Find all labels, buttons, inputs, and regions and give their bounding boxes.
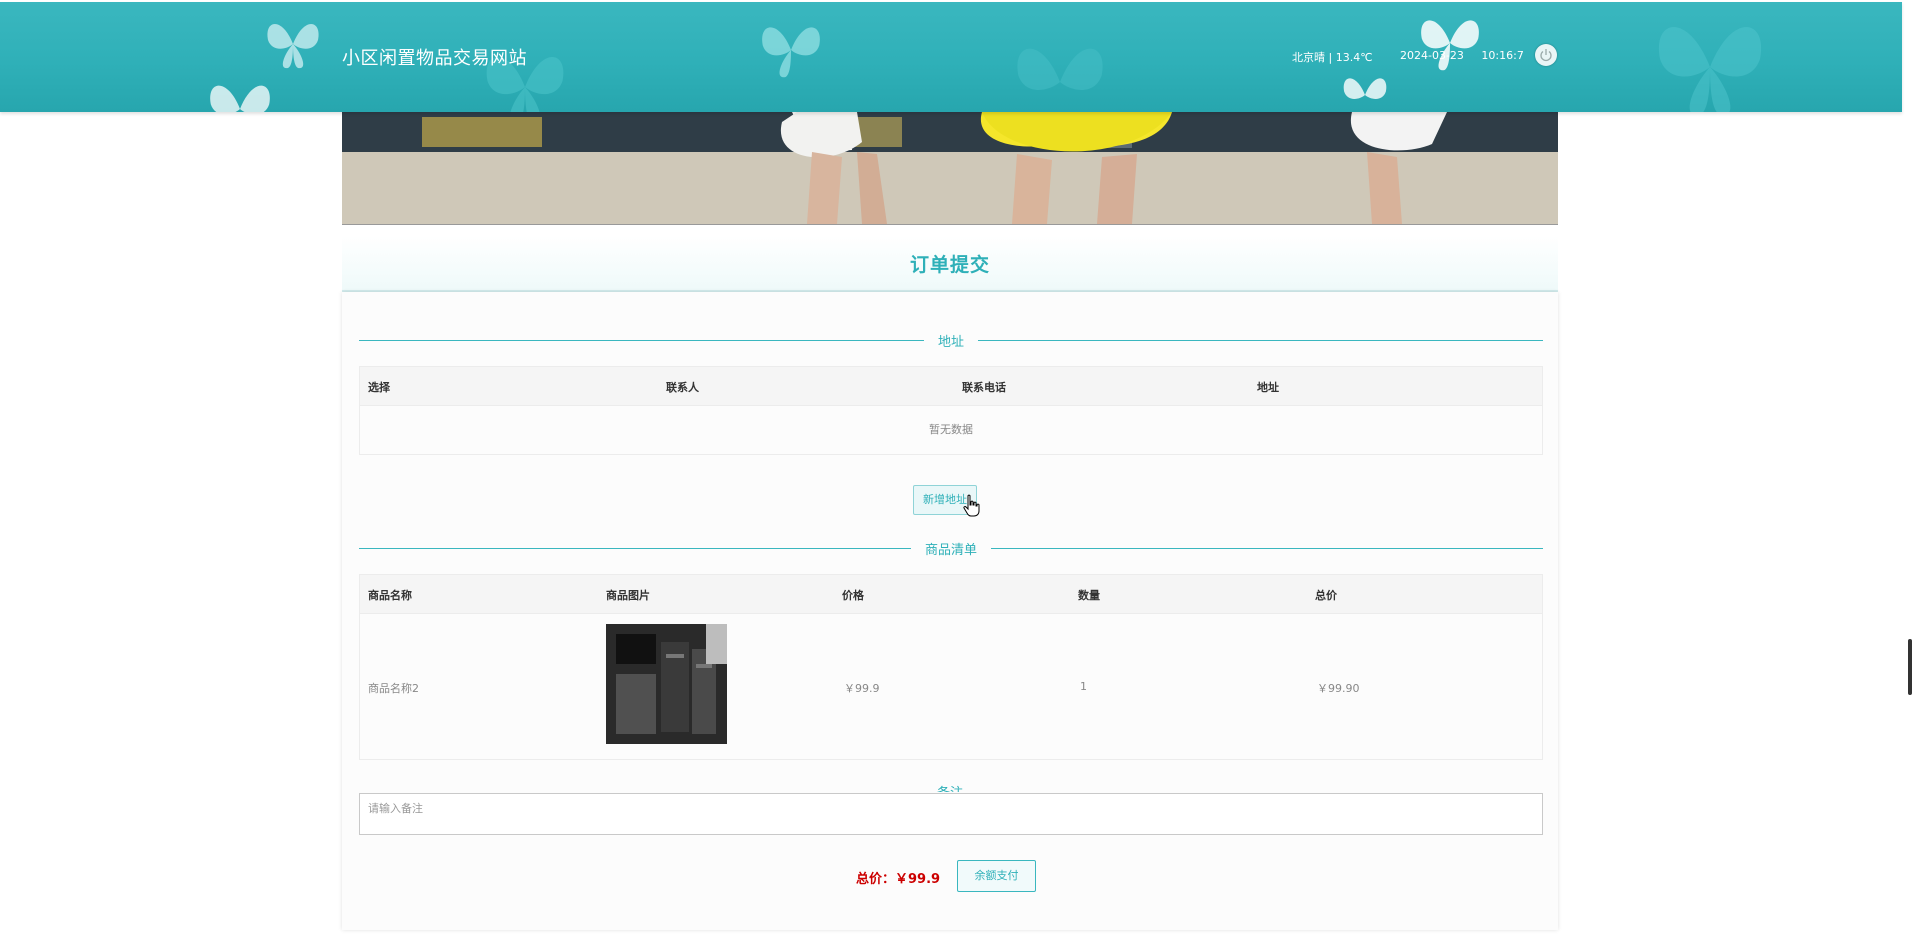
table-row: 商品名称2 ￥99.9 1 ￥99.90 xyxy=(360,614,1542,759)
remark-section-label: 备注 xyxy=(342,782,1558,792)
goods-section-label: 商品清单 xyxy=(910,539,992,558)
goods-table-header: 商品名称 商品图片 价格 数量 总价 xyxy=(360,575,1542,614)
goods-divider: 商品清单 xyxy=(359,539,1543,558)
order-card: 地址 选择 联系人 联系电话 地址 暂无数据 新增地址 商品清单 商品名称 商品… xyxy=(342,292,1558,930)
column-header: 价格 xyxy=(842,589,864,602)
product-name: 商品名称2 xyxy=(368,682,419,695)
address-table-header: 选择 联系人 联系电话 地址 xyxy=(360,367,1542,406)
column-header: 地址 xyxy=(1257,381,1279,394)
column-header: 商品图片 xyxy=(606,589,650,602)
butterfly-decoration xyxy=(762,27,820,78)
column-header: 联系人 xyxy=(666,381,699,394)
address-table: 选择 联系人 联系电话 地址 暂无数据 xyxy=(359,366,1543,455)
product-image xyxy=(606,624,727,744)
column-header: 数量 xyxy=(1078,589,1100,602)
total-price: 总价：￥99.9 xyxy=(856,872,941,887)
power-icon[interactable] xyxy=(1535,44,1557,66)
butterfly-decoration xyxy=(1421,20,1479,71)
empty-state-text: 暂无数据 xyxy=(929,423,973,436)
address-section-label: 地址 xyxy=(923,331,979,350)
butterfly-decoration xyxy=(1658,27,1762,112)
datetime-text: 2024-03-23 10:16:7 xyxy=(1400,49,1524,62)
hand-cursor-icon xyxy=(963,494,980,517)
banner-image xyxy=(342,112,1558,225)
top-header: 小区闲置物品交易网站 北京晴 | 13.4℃ 2024-03-23 10:16:… xyxy=(0,2,1902,112)
column-header: 联系电话 xyxy=(962,381,1006,394)
remark-input[interactable] xyxy=(359,793,1543,835)
column-header: 选择 xyxy=(368,381,390,394)
butterfly-decoration xyxy=(210,85,270,112)
butterfly-decoration xyxy=(1017,48,1103,90)
column-header: 总价 xyxy=(1315,589,1337,602)
scrollbar-thumb[interactable] xyxy=(1908,639,1912,695)
page-title: 订单提交 xyxy=(909,254,990,276)
product-price: ￥99.9 xyxy=(844,682,880,695)
site-title[interactable]: 小区闲置物品交易网站 xyxy=(342,44,527,70)
column-header: 商品名称 xyxy=(368,589,412,602)
product-quantity: 1 xyxy=(1080,680,1087,693)
butterfly-decoration xyxy=(1343,78,1387,99)
address-divider: 地址 xyxy=(359,331,1543,350)
butterfly-decoration xyxy=(267,24,319,69)
weather-text: 北京晴 | 13.4℃ xyxy=(1292,51,1373,64)
product-total: ￥99.90 xyxy=(1317,682,1360,695)
goods-table: 商品名称 商品图片 价格 数量 总价 商品名称2 ￥99.9 1 ￥99.90 xyxy=(359,574,1543,760)
page-title-bar: 订单提交 xyxy=(342,236,1558,293)
balance-pay-button[interactable]: 余额支付 xyxy=(957,860,1036,892)
